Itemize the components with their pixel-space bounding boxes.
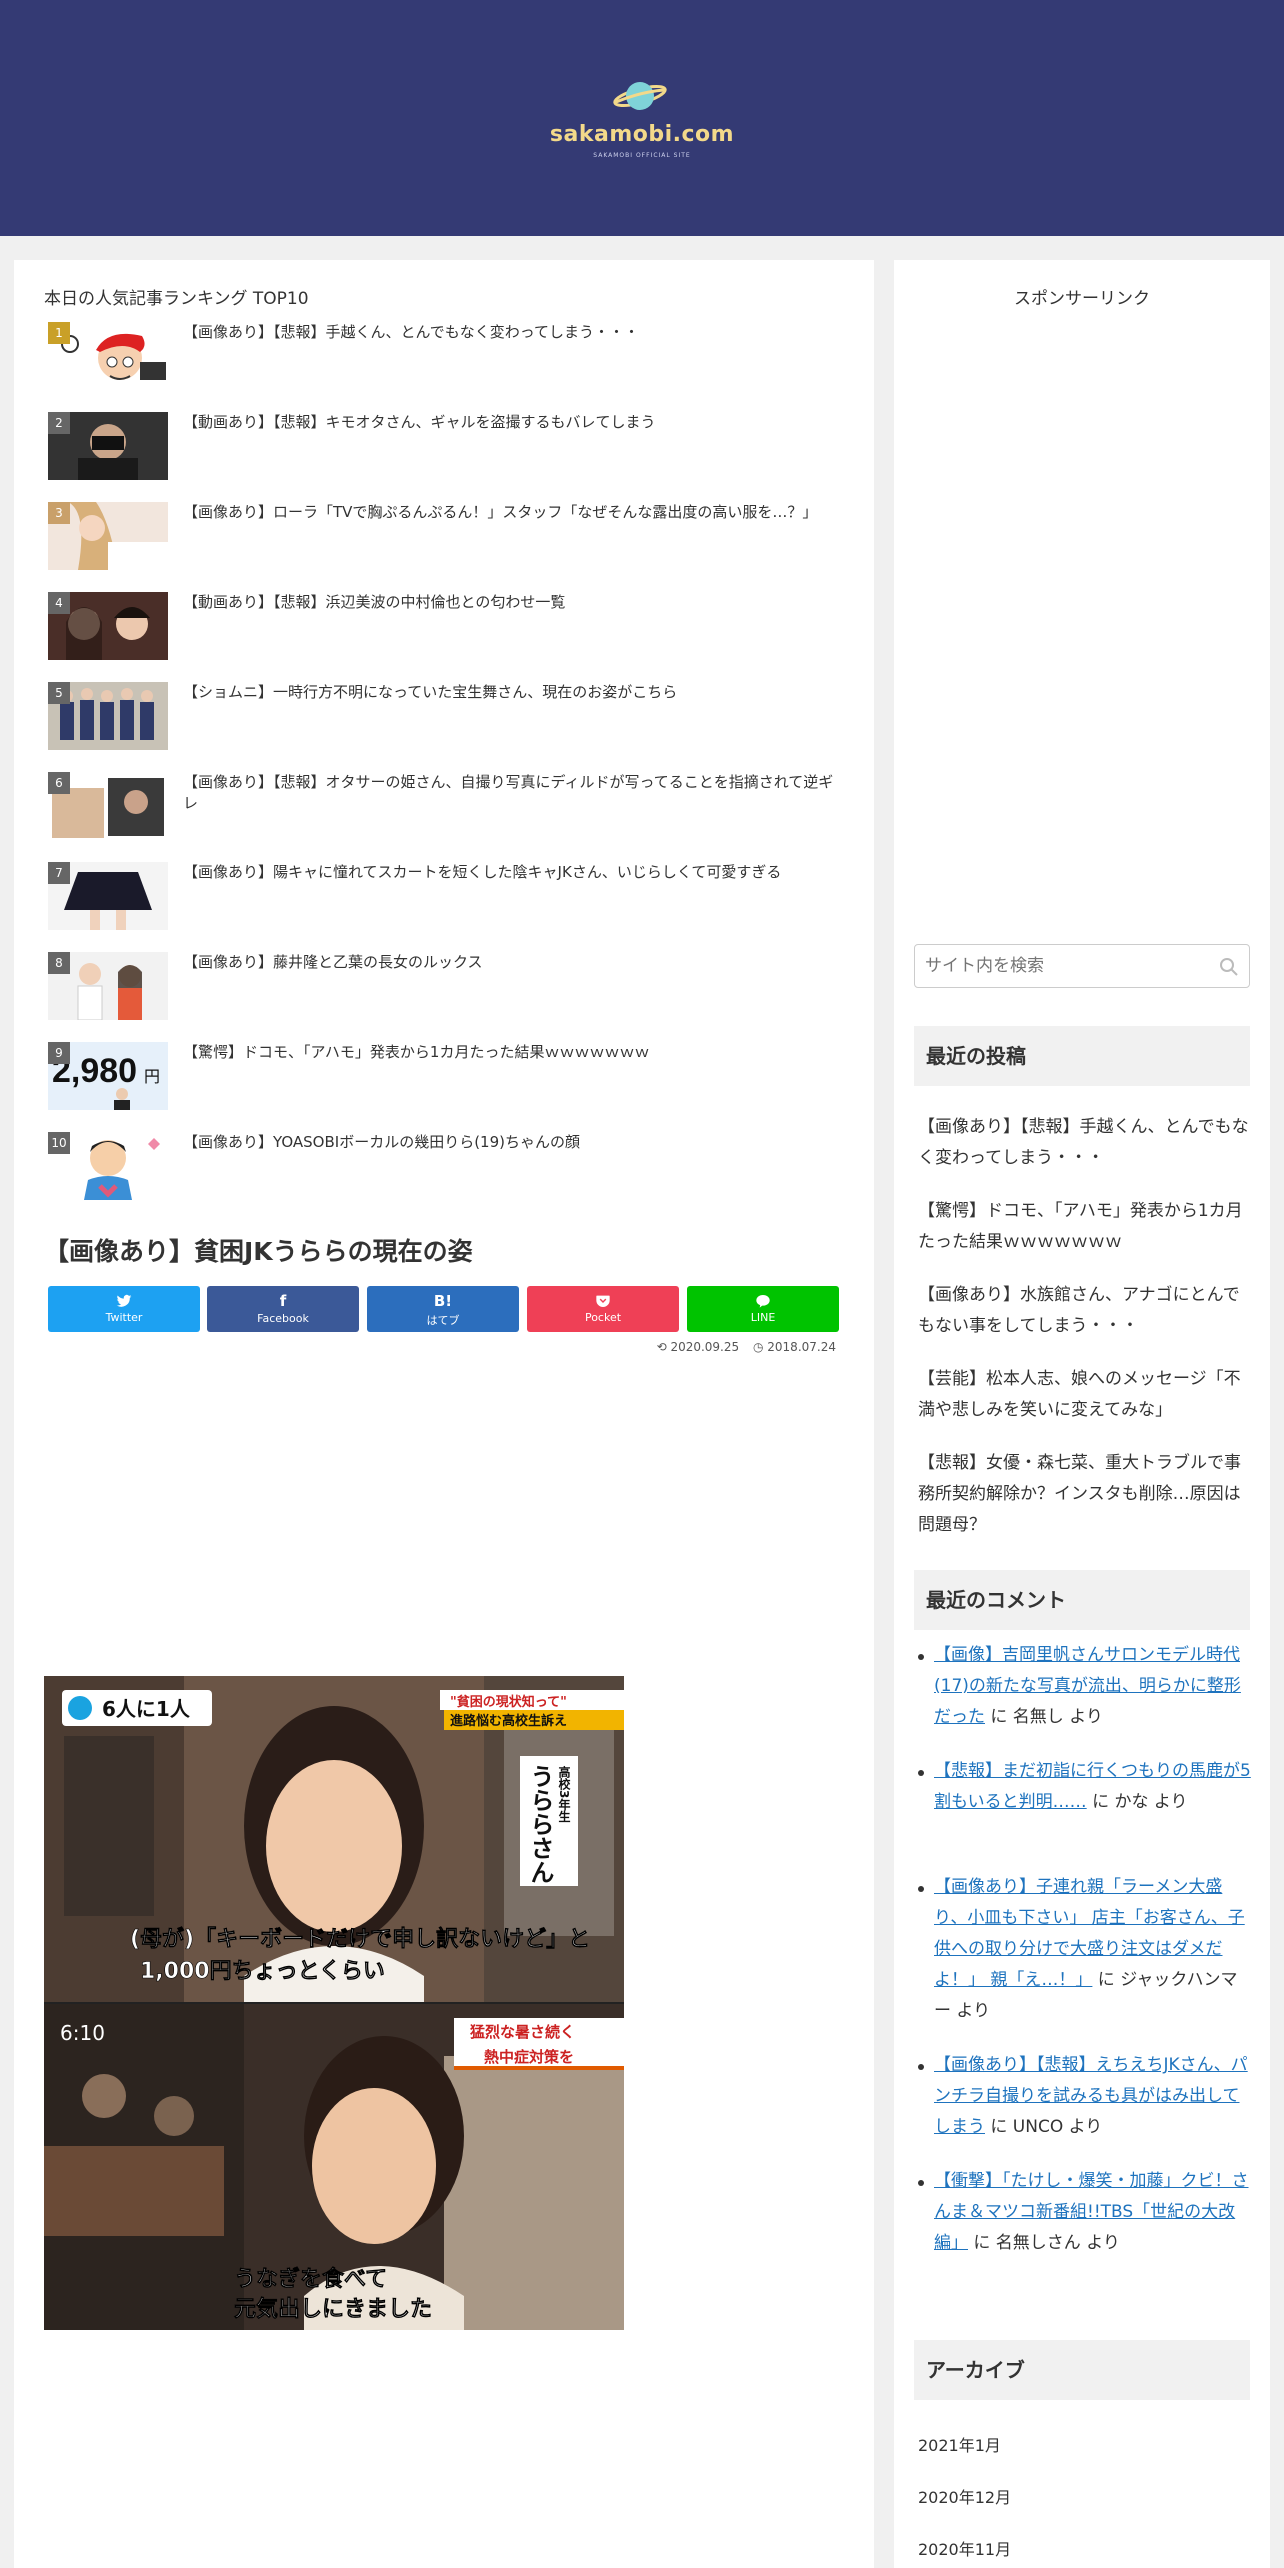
- rank-badge: 1: [48, 322, 70, 344]
- comment-author: に かな より: [1086, 1792, 1188, 1812]
- updated-date: ⟲ 2020.09.25: [656, 1340, 740, 1354]
- archive-link[interactable]: 2020年12月: [918, 2484, 1011, 2508]
- ranking-item-title[interactable]: 【画像あり】【悲報】オタサーの姫さん、自撮り写真にディルドが写ってることを指摘さ…: [183, 772, 843, 814]
- comment-item: 【画像あり】子連れ親「ラーメン大盛り、小皿も下さい」 店主「お客さん、子供への取…: [918, 1872, 1254, 2027]
- comment-item: 【画像あり】【悲報】えちえちJKさん、パンチラ自撮りを試みるも具がはみ出してしま…: [918, 2050, 1254, 2143]
- banner-line2: 進路悩む高校生訴え: [450, 1713, 567, 1729]
- facebook-icon: f: [279, 1292, 287, 1310]
- ranking-title: 本日の人気記事ランキング TOP10: [44, 289, 309, 309]
- rank-badge: 9: [48, 1042, 70, 1064]
- banner2-line2: 熱中症対策を: [484, 2048, 574, 2066]
- share-facebook-button[interactable]: f Facebook: [207, 1286, 359, 1332]
- caption1-line1: (母が)「キーボードだけで申し訳ないけど」と: [130, 1926, 590, 1952]
- article-title: 【画像あり】貧困JKうららの現在の姿: [44, 1237, 473, 1266]
- comment-item: 【衝撃】「たけし・爆笑・加藤」クビ！さんま＆マツコ新番組!!TBS「世紀の大改編…: [918, 2166, 1254, 2259]
- caption1-line2: 1,000円ちょっとくらい: [140, 1959, 385, 1984]
- rank-badge: 4: [48, 592, 70, 614]
- rank-badge: 3: [48, 502, 70, 524]
- recent-post-link[interactable]: 【驚愕】ドコモ、「アハモ」発表から1カ月たった結果ｗｗｗｗｗｗｗ: [918, 1196, 1252, 1258]
- sidebar: スポンサーリンク 最近の投稿 【画像あり】【悲報】手越くん、とんでもなく変わって…: [894, 260, 1270, 2568]
- share-pocket-label: Pocket: [584, 1311, 622, 1324]
- ranking-item-6[interactable]: 6 【画像あり】【悲報】オタサーの姫さん、自撮り写真にディルドが写ってることを指…: [48, 772, 848, 844]
- ranking-item-5[interactable]: 5 【ショムニ】一時行方不明になっていた宝生舞さん、現在のお姿がこちら: [48, 682, 848, 754]
- comment-author: に 名無しさん より: [968, 2233, 1120, 2253]
- ranking-item-2[interactable]: 2 【動画あり】【悲報】キモオタさん、ギャルを盗撮するもバレてしまう: [48, 412, 848, 484]
- ranking-item-9[interactable]: 2,980 円 9 【驚愕】ドコモ、「アハモ」発表から1カ月たった結果ｗｗｗｗｗ…: [48, 1042, 848, 1114]
- ranking-item-4[interactable]: 4 【動画あり】【悲報】浜辺美波の中村倫也との匂わせ一覧: [48, 592, 848, 664]
- vertical-name: うららさん: [526, 1764, 554, 1884]
- recent-post-link[interactable]: 【画像あり】【悲報】手越くん、とんでもなく変わってしまう・・・: [918, 1112, 1252, 1174]
- published-date: ◷ 2018.07.24: [752, 1340, 836, 1354]
- search-input[interactable]: [925, 953, 1195, 979]
- rank-badge: 7: [48, 862, 70, 884]
- banner2-line1: 猛烈な暑さ続く: [469, 2023, 575, 2041]
- share-pocket-button[interactable]: Pocket: [527, 1286, 679, 1332]
- comment-author: に 名無し より: [985, 1707, 1103, 1727]
- planet-logo-icon: [613, 82, 667, 110]
- recent-comments-heading: 最近のコメント: [914, 1570, 1250, 1630]
- yen-text: 円: [144, 1067, 160, 1086]
- comment-item: 【悲報】まだ初詣に行くつもりの馬鹿が5割もいると判明…… に かな より: [918, 1756, 1254, 1818]
- share-facebook-label: Facebook: [257, 1312, 309, 1325]
- rank-badge: 5: [48, 682, 70, 704]
- ranking-item-title[interactable]: 【画像あり】【悲報】手越くん、とんでもなく変わってしまう・・・: [183, 322, 843, 343]
- hatebu-icon: B!: [433, 1292, 453, 1310]
- article-image: 6人に1人 "貧困の現状知って" 進路悩む高校生訴え 高校3年生 うららさん (…: [44, 1676, 624, 2330]
- share-line-label: LINE: [750, 1311, 776, 1324]
- share-hatebu-label: はてブ: [426, 1314, 460, 1327]
- comment-author: に UNCO より: [985, 2117, 1103, 2137]
- archive-heading: アーカイブ: [914, 2340, 1250, 2400]
- ranking-item-title[interactable]: 【画像あり】YOASOBIボーカルの幾田りら(19)ちゃんの顔: [183, 1132, 843, 1153]
- share-line-button[interactable]: LINE: [687, 1286, 839, 1332]
- ranking-item-title[interactable]: 【画像あり】陽キャに憧れてスカートを短くした陰キャJKさん、いじらしくて可愛すぎ…: [183, 862, 843, 883]
- caption2-line2: 元気出しにきました: [234, 2296, 432, 2322]
- rank-badge: 8: [48, 952, 70, 974]
- post-dates: ⟲ 2020.09.25 ◷ 2018.07.24: [647, 1340, 836, 1354]
- site-header: sakamobi.com SAKAMOBI OFFICIAL SITE: [0, 0, 1284, 236]
- share-twitter-button[interactable]: Twitter: [48, 1286, 200, 1332]
- ranking-item-title[interactable]: 【動画あり】【悲報】浜辺美波の中村倫也との匂わせ一覧: [183, 592, 843, 613]
- rank-badge: 6: [48, 772, 70, 794]
- ranking-item-title[interactable]: 【ショムニ】一時行方不明になっていた宝生舞さん、現在のお姿がこちら: [183, 682, 843, 703]
- search-icon[interactable]: [1219, 957, 1239, 977]
- twitter-icon: [116, 1294, 132, 1307]
- main-content: 本日の人気記事ランキング TOP10 1 【画像あり】【悲報】手越くん、とんでも…: [14, 260, 874, 2568]
- ranking-item-8[interactable]: 8 【画像あり】藤井隆と乙葉の長女のルックス: [48, 952, 848, 1024]
- share-hatebu-button[interactable]: B! はてブ: [367, 1286, 519, 1332]
- ranking-item-title[interactable]: 【動画あり】【悲報】キモオタさん、ギャルを盗撮するもバレてしまう: [183, 412, 843, 433]
- ranking-item-7[interactable]: 7 【画像あり】陽キャに憧れてスカートを短くした陰キャJKさん、いじらしくて可愛…: [48, 862, 848, 934]
- comment-item: 【画像】吉岡里帆さんサロンモデル時代(17)の新たな写真が流出、明らかに整形だっ…: [918, 1640, 1254, 1733]
- time-text: 6:10: [60, 2021, 105, 2045]
- rank-badge: 10: [48, 1132, 70, 1154]
- share-twitter-label: Twitter: [105, 1311, 143, 1324]
- site-tagline: SAKAMOBI OFFICIAL SITE: [593, 152, 691, 159]
- site-name: sakamobi.com: [549, 122, 735, 147]
- ranking-item-title[interactable]: 【画像あり】藤井隆と乙葉の長女のルックス: [183, 952, 843, 973]
- recent-post-link[interactable]: 【画像あり】水族館さん、アナゴにとんでもない事をしてしまう・・・: [918, 1280, 1252, 1342]
- recent-post-link[interactable]: 【悲報】女優・森七菜、重大トラブルで事務所契約解除か？インスタも削除…原因は問題…: [918, 1448, 1252, 1541]
- ranking-item-10[interactable]: 10 【画像あり】YOASOBIボーカルの幾田りら(19)ちゃんの顔: [48, 1132, 848, 1204]
- archive-link[interactable]: 2021年1月: [918, 2432, 1001, 2456]
- ranking-item-1[interactable]: 1 【画像あり】【悲報】手越くん、とんでもなく変わってしまう・・・: [48, 322, 848, 394]
- site-logo[interactable]: sakamobi.com SAKAMOBI OFFICIAL SITE: [540, 70, 744, 170]
- ranking-item-title[interactable]: 【画像あり】ローラ「TVで胸ぷるんぷるん！」スタッフ「なぜそんな露出度の高い服を…: [183, 502, 843, 523]
- rank-badge: 2: [48, 412, 70, 434]
- ranking-item-title[interactable]: 【驚愕】ドコモ、「アハモ」発表から1カ月たった結果ｗｗｗｗｗｗｗ: [183, 1042, 843, 1063]
- banner-line1: "貧困の現状知って": [450, 1694, 567, 1710]
- sponsor-label: スポンサーリンク: [1014, 289, 1150, 309]
- site-search[interactable]: [914, 944, 1250, 988]
- vertical-sub: 高校3年生: [557, 1765, 571, 1823]
- pocket-icon: [596, 1295, 610, 1307]
- caption2-line1: うなぎを食べて: [234, 2266, 387, 2292]
- archive-link[interactable]: 2020年11月: [918, 2536, 1011, 2560]
- recent-post-link[interactable]: 【芸能】松本人志、娘へのメッセージ「不満や悲しみを笑いに変えてみな」: [918, 1364, 1252, 1426]
- badge-text: 6人に1人: [102, 1697, 191, 1721]
- recent-posts-heading: 最近の投稿: [914, 1026, 1250, 1086]
- line-icon: [756, 1295, 770, 1308]
- ranking-item-3[interactable]: 3 【画像あり】ローラ「TVで胸ぷるんぷるん！」スタッフ「なぜそんな露出度の高い…: [48, 502, 848, 574]
